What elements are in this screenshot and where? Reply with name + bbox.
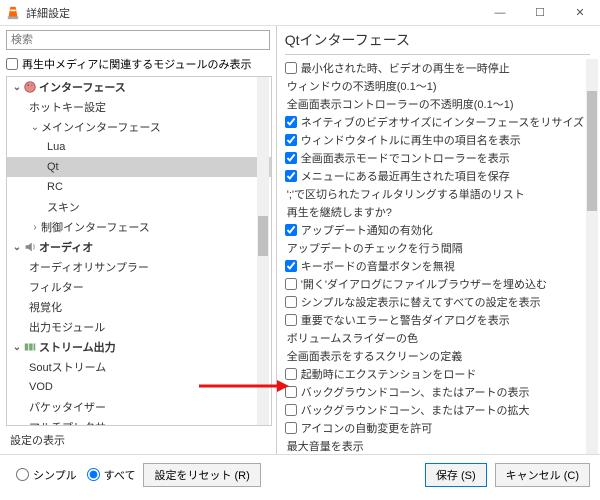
option-label: 再生を継続しますか? [285,203,584,221]
stream-icon [23,340,39,354]
view-mode-radios[interactable]: シンプル すべて [10,467,135,483]
tree-item[interactable]: オーディオリサンプラー [7,257,271,277]
panel-title: Qtインターフェース [285,30,600,50]
option-label: 全画面表示をするスクリーンの定義 [285,347,584,365]
option-checkbox[interactable]: アイコンの自動変更を許可 [285,419,584,437]
tree-item[interactable]: ⌄オーディオ [7,237,271,257]
option-label: ';'で区切られたフィルタリングする単語のリスト [285,185,584,203]
options-scrollbar[interactable] [586,59,598,454]
tree-item[interactable]: パケッタイザー [7,397,271,417]
option-checkbox[interactable]: バックグラウンドコーン、またはアートの拡大 [285,401,584,419]
reset-button[interactable]: 設定をリセット (R) [143,463,260,487]
option-checkbox[interactable]: '開く'ダイアログにファイルブラウザーを埋め込む [285,275,584,293]
option-label: 全画面表示コントローラーの不透明度(0.1～1) [285,95,584,113]
app-icon [6,6,20,20]
option-label: ボリュームスライダーの色 [285,329,584,347]
chevron-icon: › [29,222,41,233]
option-checkbox[interactable]: 全画面表示モードでコントローラーを表示 [285,149,584,167]
option-checkbox[interactable]: ウィンドウタイトルに再生中の項目名を表示 [285,131,584,149]
tree-item[interactable]: Qt [7,157,271,177]
option-label: 最大音量を表示 [285,437,584,454]
tree-item[interactable]: ホットキー設定 [7,97,271,117]
chevron-icon: ⌄ [11,242,23,253]
save-button[interactable]: 保存 (S) [425,463,487,487]
option-label: ウィンドウの不透明度(0.1～1) [285,77,584,95]
option-checkbox[interactable]: ネイティブのビデオサイズにインターフェースをリサイズ [285,113,584,131]
tree-item[interactable]: フィルター [7,277,271,297]
settings-show-label: 設定の表示 [10,432,276,448]
all-radio[interactable] [87,468,100,481]
tree-item[interactable]: ›制御インターフェース [7,217,271,237]
chevron-icon: ⌄ [11,82,23,93]
tree-item[interactable]: マルチプレクサー [7,417,271,425]
tree-item[interactable]: RC [7,177,271,197]
chevron-icon: ⌄ [29,122,41,133]
tree-scrollbar[interactable] [257,77,269,425]
module-only-checkbox[interactable]: 再生中メディアに関連するモジュールのみ表示 [6,56,270,72]
option-checkbox[interactable]: シンプルな設定表示に替えてすべての設定を表示 [285,293,584,311]
tree-item[interactable]: Lua [7,137,271,157]
option-checkbox[interactable]: アップデート通知の有効化 [285,221,584,239]
tree-item[interactable]: 出力モジュール [7,317,271,337]
search-input[interactable] [6,30,270,50]
tree-item[interactable]: スキン [7,197,271,217]
option-checkbox[interactable]: 重要でないエラーと警告ダイアログを表示 [285,311,584,329]
simple-radio[interactable] [16,468,29,481]
window-title: 詳細設定 [26,5,480,21]
chevron-icon: ⌄ [11,342,23,353]
tree-item[interactable]: VOD [7,377,271,397]
palette-icon [23,80,39,94]
cancel-button[interactable]: キャンセル (C) [495,463,590,487]
option-checkbox[interactable]: キーボードの音量ボタンを無視 [285,257,584,275]
category-tree[interactable]: ⌄インターフェースホットキー設定⌄メインインターフェースLuaQtRCスキン›制… [6,76,272,426]
tree-item[interactable]: ⌄インターフェース [7,77,271,97]
option-checkbox[interactable]: 最小化された時、ビデオの再生を一時停止 [285,59,584,77]
tree-item[interactable]: Soutストリーム [7,357,271,377]
maximize-button[interactable]: ☐ [520,0,560,26]
close-button[interactable]: ✕ [560,0,600,26]
option-checkbox[interactable]: バックグラウンドコーン、またはアートの表示 [285,383,584,401]
audio-icon [23,240,39,254]
tree-item[interactable]: 視覚化 [7,297,271,317]
option-checkbox[interactable]: メニューにある最近再生された項目を保存 [285,167,584,185]
tree-item[interactable]: ⌄ストリーム出力 [7,337,271,357]
minimize-button[interactable]: — [480,0,520,26]
option-checkbox[interactable]: 起動時にエクステンションをロード [285,365,584,383]
option-label: アップデートのチェックを行う間隔 [285,239,584,257]
tree-item[interactable]: ⌄メインインターフェース [7,117,271,137]
